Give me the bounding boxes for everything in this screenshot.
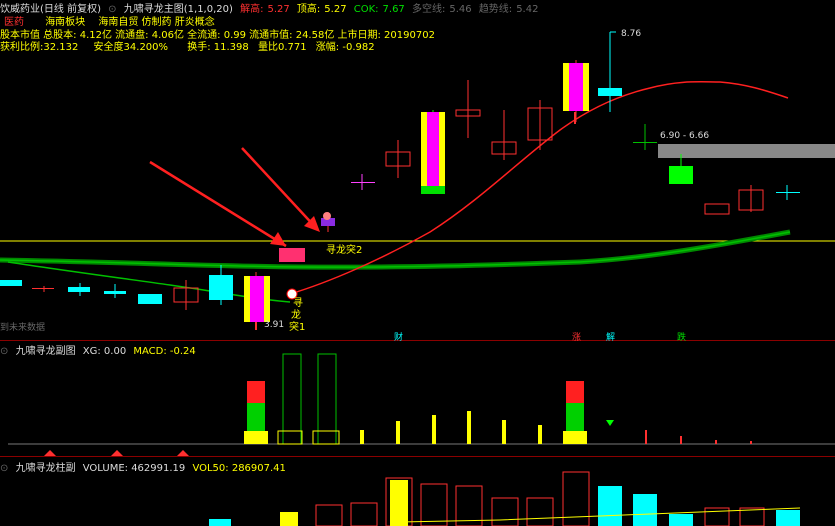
candle <box>776 192 800 193</box>
pointer-arrow <box>241 147 319 231</box>
future-data-label[interactable]: 到未来数据 <box>0 320 45 333</box>
macd-neg-bars <box>645 430 752 444</box>
high-price-label: 8.76 <box>621 29 642 39</box>
volume-value: VOLUME: 462991.19 <box>82 463 186 474</box>
candles <box>0 31 800 326</box>
vol50-value: VOL50: 286907.41 <box>192 463 286 474</box>
volume-bars <box>209 471 800 526</box>
ma-long-line <box>0 229 791 270</box>
candle <box>279 248 305 262</box>
signal-dot-icon <box>323 212 331 220</box>
candle <box>351 182 375 183</box>
candle <box>138 294 162 304</box>
sub2-title[interactable]: 九啸寻龙柱副 <box>16 463 76 474</box>
chevron-down-icon[interactable]: ⊙ <box>0 463 8 474</box>
candle <box>209 275 233 300</box>
event-cai[interactable]: 财 <box>394 330 403 343</box>
candle <box>704 203 730 215</box>
candle <box>68 287 90 292</box>
chevron-down-icon[interactable]: ⊙ <box>0 346 8 357</box>
candle <box>633 142 657 143</box>
chart-canvas[interactable] <box>0 0 835 526</box>
sub1-title[interactable]: 九啸寻龙副图 <box>16 346 76 357</box>
event-jie[interactable]: 解 <box>606 330 615 343</box>
sub2-header: ⊙ 九啸寻龙柱副 VOLUME: 462991.19 VOL50: 286907… <box>0 459 290 474</box>
price-zone-bar <box>658 144 835 158</box>
candle <box>0 280 22 286</box>
macd-signals <box>244 353 587 445</box>
macd-bars <box>360 411 542 444</box>
candle <box>598 88 622 96</box>
candle <box>669 166 693 184</box>
event-die[interactable]: 跌 <box>677 330 686 343</box>
candle <box>32 288 54 289</box>
sub1-header: ⊙ 九啸寻龙副图 XG: 0.00 MACD: -0.24 <box>0 342 200 357</box>
macd-value: MACD: -0.24 <box>133 346 196 357</box>
candle <box>104 291 126 294</box>
range-label: 6.90 - 6.66 <box>660 131 710 141</box>
xunlong-1-char-c: 突1 <box>289 322 306 333</box>
xunlong-2-label: 寻龙突2 <box>326 245 363 256</box>
low-price-label: 3.91 <box>264 320 285 330</box>
xg-value: XG: 0.00 <box>82 346 127 357</box>
event-zhang[interactable]: 涨 <box>572 330 581 343</box>
